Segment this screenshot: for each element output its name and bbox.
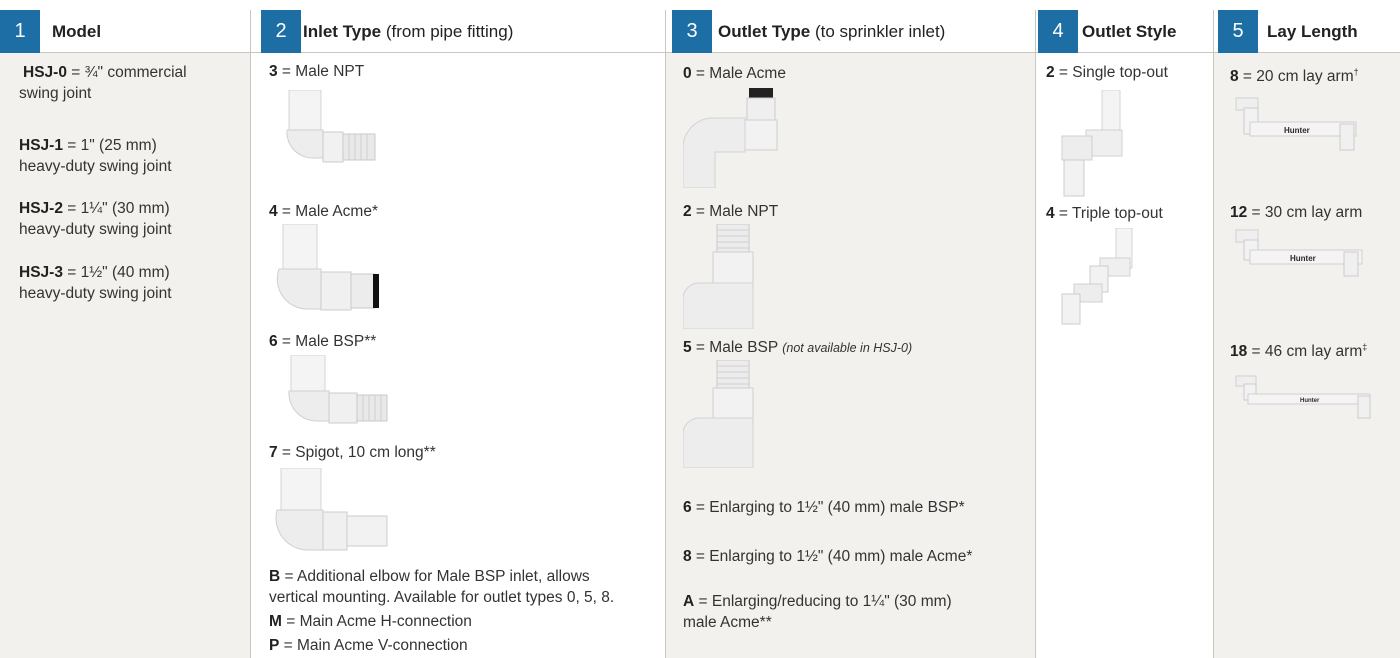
outlet-style-option: 4 = Triple top-out — [1046, 205, 1163, 222]
column-title: Outlet Type (to sprinkler inlet) — [718, 22, 946, 41]
column-header: 4 Outlet Style — [1036, 10, 1213, 53]
lay-length-option: 8 = 20 cm lay arm† — [1230, 67, 1359, 85]
elbow-fitting-icon — [683, 224, 754, 329]
column-number: 5 — [1218, 10, 1258, 53]
column-number: 1 — [0, 10, 40, 53]
inlet-option: 3 = Male NPT — [269, 63, 365, 80]
inlet-option: 6 = Male BSP** — [269, 333, 377, 350]
column-number: 2 — [261, 10, 301, 53]
elbow-fitting-icon — [683, 360, 754, 468]
single-top-out-icon — [1061, 90, 1123, 197]
model-option: HSJ-2 = 1¼" (30 mm) — [19, 200, 170, 217]
elbow-fitting-icon — [286, 90, 376, 163]
triple-top-out-icon — [1061, 228, 1133, 325]
outlet-option: 6 = Enlarging to 1½" (40 mm) male BSP* — [683, 499, 965, 516]
model-option-desc: swing joint — [19, 85, 92, 102]
outlet-option: 0 = Male Acme — [683, 65, 786, 82]
elbow-fitting-icon — [683, 88, 778, 188]
column-header: 3 Outlet Type (to sprinkler inlet) — [666, 10, 1035, 53]
column-header: 5 Lay Length — [1214, 10, 1400, 53]
outlet-option: 8 = Enlarging to 1½" (40 mm) male Acme* — [683, 548, 973, 565]
outlet-option: 2 = Male NPT — [683, 203, 779, 220]
column-outlet-type: 3 Outlet Type (to sprinkler inlet) 0 = M… — [666, 10, 1036, 658]
lay-arm-icon: Hunter — [1235, 375, 1371, 419]
inlet-option: B = Additional elbow for Male BSP inlet,… — [269, 568, 590, 585]
brand-logo: Hunter — [1284, 126, 1310, 135]
brand-logo: Hunter — [1300, 398, 1320, 404]
model-option-desc: heavy-duty swing joint — [19, 158, 172, 175]
column-number: 4 — [1038, 10, 1078, 53]
elbow-fitting-icon — [288, 355, 388, 424]
lay-length-option: 18 = 46 cm lay arm‡ — [1230, 342, 1368, 360]
elbow-fitting-icon — [275, 468, 388, 551]
inlet-option-desc: vertical mounting. Available for outlet … — [269, 589, 615, 606]
column-header: 1 Model — [0, 10, 250, 53]
column-title: Outlet Style — [1082, 22, 1177, 41]
model-option: HSJ-1 = 1" (25 mm) — [19, 137, 157, 154]
inlet-option: P = Main Acme V-connection — [269, 637, 468, 654]
model-option: HSJ-0 = ¾" commercial — [23, 64, 187, 81]
brand-logo: Hunter — [1290, 254, 1316, 263]
model-option-desc: heavy-duty swing joint — [19, 221, 172, 238]
lay-arm-icon: Hunter — [1235, 229, 1363, 277]
lay-arm-icon: Hunter — [1235, 97, 1357, 151]
elbow-fitting-icon — [276, 224, 379, 311]
spec-table: 1 Model HSJ-0 = ¾" commercial swing join… — [0, 0, 1400, 658]
column-inlet-type: 2 Inlet Type (from pipe fitting) 3 = Mal… — [251, 10, 666, 658]
column-title: Model — [52, 22, 102, 41]
model-option-desc: heavy-duty swing joint — [19, 285, 172, 302]
lay-length-option: 12 = 30 cm lay arm — [1230, 204, 1363, 221]
inlet-option: M = Main Acme H-connection — [269, 613, 472, 630]
column-header: 2 Inlet Type (from pipe fitting) — [251, 10, 665, 53]
outlet-option: 5 = Male BSP (not available in HSJ-0) — [683, 339, 913, 356]
column-outlet-style: 4 Outlet Style 2 = Single top-out 4 = Tr… — [1036, 10, 1214, 658]
outlet-option: A = Enlarging/reducing to 1¼" (30 mm) — [683, 593, 952, 610]
column-model: 1 Model HSJ-0 = ¾" commercial swing join… — [0, 10, 251, 658]
column-title: Inlet Type (from pipe fitting) — [303, 22, 514, 41]
column-lay-length: 5 Lay Length 8 = 20 cm lay arm† Hunter 1… — [1214, 10, 1400, 658]
inlet-option: 7 = Spigot, 10 cm long** — [269, 444, 436, 461]
outlet-style-option: 2 = Single top-out — [1046, 64, 1168, 81]
column-number: 3 — [672, 10, 712, 53]
model-option: HSJ-3 = 1½" (40 mm) — [19, 264, 170, 281]
outlet-option-desc: male Acme** — [683, 614, 772, 631]
column-title: Lay Length — [1267, 22, 1358, 41]
inlet-option: 4 = Male Acme* — [269, 203, 378, 220]
